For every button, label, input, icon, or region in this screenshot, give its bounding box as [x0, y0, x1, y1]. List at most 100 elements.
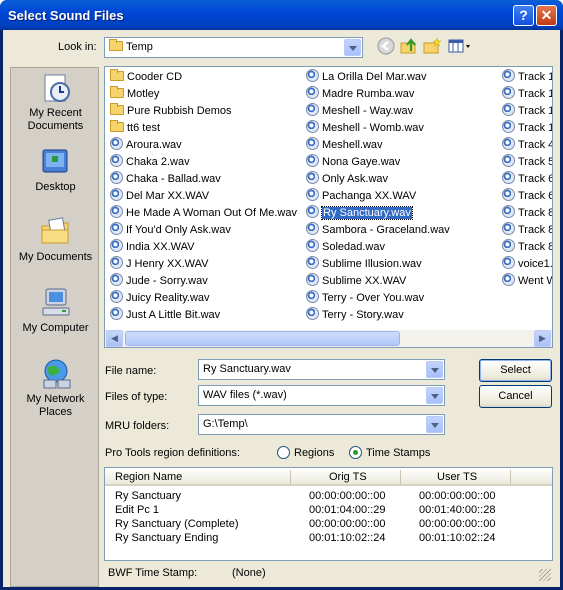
- up-folder-icon[interactable]: [400, 37, 418, 55]
- file-list-item[interactable]: Del Mar XX.WAV: [108, 188, 297, 205]
- chevron-down-icon[interactable]: [426, 387, 443, 404]
- file-list-item[interactable]: La Orilla Del Mar.wav: [304, 69, 450, 86]
- file-list-item[interactable]: If You'd Only Ask.wav: [108, 222, 297, 239]
- table-cell: Ry Sanctuary: [115, 490, 182, 502]
- region-table[interactable]: Region Name Orig TS User TS Ry Sanctuary…: [104, 467, 553, 561]
- file-list-item[interactable]: Track 5: [500, 154, 553, 171]
- file-list-item[interactable]: Track 1: [500, 103, 552, 120]
- file-list-item[interactable]: Track 8: [500, 222, 552, 239]
- file-list-item[interactable]: Meshell.wav: [304, 137, 450, 154]
- sound-file-icon: [110, 205, 123, 218]
- sound-file-icon: [110, 290, 123, 303]
- dialog-body: Look in: Temp My Recent Documents Deskto…: [3, 30, 560, 587]
- sound-file-icon: [306, 69, 319, 82]
- file-list-item[interactable]: Track 8: [500, 239, 552, 256]
- close-button[interactable]: ✕: [536, 5, 557, 26]
- scrollbar-thumb[interactable]: [125, 331, 400, 346]
- scroll-left-icon[interactable]: ◀: [106, 330, 123, 347]
- file-name: Track 6: [518, 173, 553, 185]
- file-list-item[interactable]: Meshell - Womb.wav: [304, 120, 450, 137]
- file-list-item[interactable]: Sublime XX.WAV: [304, 273, 450, 290]
- help-button[interactable]: ?: [513, 5, 534, 26]
- file-list-item[interactable]: Sambora - Graceland.wav: [304, 222, 450, 239]
- cancel-button[interactable]: Cancel: [479, 385, 552, 408]
- file-list-item[interactable]: Soledad.wav: [304, 239, 450, 256]
- place-my-documents[interactable]: My Documents: [11, 216, 100, 264]
- file-list-item[interactable]: Track 10: [500, 86, 552, 103]
- column-header-region-name[interactable]: Region Name: [115, 471, 182, 483]
- sound-file-icon: [502, 222, 515, 235]
- file-list-item[interactable]: Track 10: [500, 69, 552, 86]
- file-list-item[interactable]: Track 6: [500, 171, 553, 188]
- file-list-item[interactable]: Track 8: [500, 205, 553, 222]
- table-row[interactable]: Ry Sanctuary (Complete) 00:00:00:00::00 00…: [105, 518, 552, 532]
- file-list-item[interactable]: Jude - Sorry.wav: [108, 273, 297, 290]
- chevron-down-icon[interactable]: [426, 416, 443, 433]
- file-list-item[interactable]: tt6 test: [108, 120, 297, 137]
- radio-selected-icon[interactable]: [349, 446, 362, 459]
- sound-file-icon: [306, 273, 319, 286]
- file-list-item[interactable]: Ry Sanctuary.wav: [304, 205, 450, 222]
- file-list-item[interactable]: Meshell - Way.wav: [304, 103, 450, 120]
- place-recent-documents[interactable]: My Recent Documents: [11, 72, 100, 133]
- file-list-item[interactable]: Only Ask.wav: [304, 171, 450, 188]
- folder-icon: [109, 39, 123, 51]
- new-folder-icon[interactable]: [423, 37, 442, 55]
- file-list-item[interactable]: Cooder CD: [108, 69, 297, 86]
- title-bar[interactable]: Select Sound Files ? ✕: [0, 0, 563, 30]
- file-list-item[interactable]: Track 4: [500, 137, 552, 154]
- file-list-item[interactable]: Track 6: [500, 188, 552, 205]
- file-list-item[interactable]: Nona Gaye.wav: [304, 154, 450, 171]
- file-list[interactable]: Cooder CD Motley Pure Rubbish Demos tt6 tes…: [104, 66, 553, 348]
- radio-icon[interactable]: [277, 446, 290, 459]
- file-list-item[interactable]: Chaka - Ballad.wav: [108, 171, 297, 188]
- file-list-item[interactable]: Pachanga XX.WAV: [304, 188, 450, 205]
- place-desktop[interactable]: Desktop: [11, 146, 100, 194]
- file-list-item[interactable]: Aroura.wav: [108, 137, 297, 154]
- mru-folders-dropdown[interactable]: G:\Temp\: [198, 414, 445, 435]
- file-list-item[interactable]: India XX.WAV: [108, 239, 297, 256]
- file-list-item[interactable]: Madre Rumba.wav: [304, 86, 450, 103]
- view-menu-icon[interactable]: [448, 37, 472, 55]
- column-header-user-ts[interactable]: User TS: [437, 471, 477, 483]
- sound-file-icon: [502, 239, 515, 252]
- sound-file-icon: [110, 171, 123, 184]
- back-icon[interactable]: [377, 37, 395, 55]
- regions-radio[interactable]: Regions: [277, 446, 334, 459]
- file-list-item[interactable]: J Henry XX.WAV: [108, 256, 297, 273]
- mru-folders-value: G:\Temp\: [203, 418, 248, 430]
- file-name-input[interactable]: Ry Sanctuary.wav: [198, 359, 445, 380]
- file-list-item[interactable]: Pure Rubbish Demos: [108, 103, 297, 120]
- resize-grip-icon[interactable]: [539, 569, 551, 581]
- chevron-down-icon[interactable]: [426, 361, 443, 378]
- file-list-item[interactable]: Track 1: [500, 120, 552, 137]
- sound-file-icon: [110, 256, 123, 269]
- chevron-down-icon[interactable]: [344, 39, 361, 56]
- files-of-type-dropdown[interactable]: WAV files (*.wav): [198, 385, 445, 406]
- place-my-computer[interactable]: My Computer: [11, 287, 100, 335]
- table-row[interactable]: Edit Pc 1 00:01:04:00::29 00:01:40:00::28: [105, 504, 552, 518]
- column-header-orig-ts[interactable]: Orig TS: [329, 471, 367, 483]
- file-list-item[interactable]: He Made A Woman Out Of Me.wav: [108, 205, 297, 222]
- file-list-item[interactable]: Motley: [108, 86, 297, 103]
- file-list-column: La Orilla Del Mar.wav Madre Rumba.wav Mesh…: [304, 69, 450, 324]
- file-name: Track 8: [518, 207, 553, 219]
- scroll-right-icon[interactable]: ▶: [534, 330, 551, 347]
- file-name: voice1.: [518, 258, 553, 270]
- place-network[interactable]: My Network Places: [11, 358, 100, 419]
- table-row[interactable]: Ry Sanctuary 00:00:00:00::00 00:00:00:00::…: [105, 490, 552, 504]
- file-list-item[interactable]: Sublime Illusion.wav: [304, 256, 450, 273]
- horizontal-scrollbar[interactable]: ◀ ▶: [105, 330, 552, 347]
- file-list-item[interactable]: Went W: [500, 273, 552, 290]
- look-in-dropdown[interactable]: Temp: [104, 37, 363, 58]
- timestamps-radio[interactable]: Time Stamps: [349, 446, 430, 459]
- file-list-item[interactable]: Just A Little Bit.wav: [108, 307, 297, 324]
- file-list-item[interactable]: Chaka 2.wav: [108, 154, 297, 171]
- table-row[interactable]: Ry Sanctuary Ending 00:01:10:02::24 00:01:…: [105, 532, 552, 546]
- file-list-item[interactable]: Juicy Reality.wav: [108, 290, 297, 307]
- file-list-item[interactable]: Terry - Over You.wav: [304, 290, 450, 307]
- file-list-item[interactable]: voice1.: [500, 256, 553, 273]
- select-button[interactable]: Select: [479, 359, 552, 382]
- file-list-item[interactable]: Terry - Story.wav: [304, 307, 450, 324]
- file-name: Track 5: [518, 156, 553, 168]
